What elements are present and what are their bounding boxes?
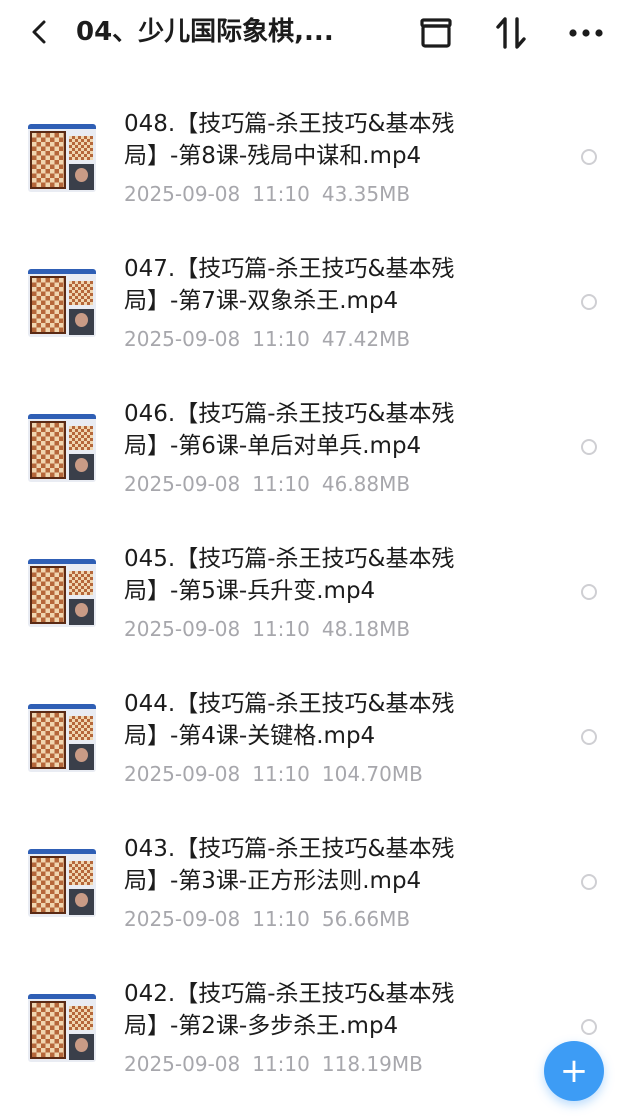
file-row[interactable]: 043.【技巧篇-杀王技巧&基本残局】-第3课-正方形法则.mp4 2025-09… (0, 811, 640, 956)
file-name: 045.【技巧篇-杀王技巧&基本残局】-第5课-兵升变.mp4 (124, 546, 455, 604)
archive-button[interactable] (416, 13, 456, 53)
webcam-image (69, 309, 94, 335)
webcam-image (69, 599, 94, 625)
webcam-image (69, 454, 94, 480)
file-size: 48.18MB (321, 617, 411, 641)
webcam-image (69, 744, 94, 770)
file-time: 11:10 (252, 907, 310, 931)
file-row[interactable]: 048.【技巧篇-杀王技巧&基本残局】-第8课-残局中谋和.mp4 2025-09… (0, 86, 640, 231)
file-size: 56.66MB (321, 907, 411, 931)
file-date: 2025-09-08 (124, 472, 241, 496)
file-name: 046.【技巧篇-杀王技巧&基本残局】-第6课-单后对单兵.mp4 (124, 401, 455, 459)
file-date: 2025-09-08 (124, 617, 241, 641)
file-row[interactable]: 044.【技巧篇-杀王技巧&基本残局】-第4课-关键格.mp4 2025-09-0… (0, 666, 640, 811)
webcam-image (69, 889, 94, 915)
chessboard-image (30, 566, 66, 624)
archive-box-icon (420, 18, 452, 48)
page-title: 04、少儿国际象棋,... (76, 17, 334, 47)
sort-button[interactable] (491, 13, 531, 53)
chessboard-image (30, 276, 66, 334)
thumbnail-header (28, 414, 96, 419)
file-name: 048.【技巧篇-杀王技巧&基本残局】-第8课-残局中谋和.mp4 (124, 111, 455, 169)
file-meta: 2025-09-08 11:10 43.35MB (124, 181, 422, 207)
file-meta: 2025-09-08 11:10 46.88MB (124, 471, 422, 497)
chessboard-image (30, 421, 66, 479)
thumbnail-header (28, 559, 96, 564)
file-row[interactable]: 046.【技巧篇-杀王技巧&基本残局】-第6课-单后对单兵.mp4 2025-09… (0, 376, 640, 521)
file-name: 044.【技巧篇-杀王技巧&基本残局】-第4课-关键格.mp4 (124, 691, 455, 749)
file-date: 2025-09-08 (124, 907, 241, 931)
file-size: 118.19MB (321, 1052, 423, 1076)
select-radio[interactable] (581, 149, 597, 165)
select-radio[interactable] (581, 729, 597, 745)
chessboard-image (30, 711, 66, 769)
video-thumbnail (28, 124, 96, 192)
chessboard-image (30, 131, 66, 189)
file-time: 11:10 (252, 327, 310, 351)
thumbnail-header (28, 124, 96, 129)
thumbnail-header (28, 994, 96, 999)
file-list: 048.【技巧篇-杀王技巧&基本残局】-第8课-残局中谋和.mp4 2025-09… (0, 86, 640, 1101)
webcam-image (69, 164, 94, 190)
file-size: 104.70MB (321, 762, 423, 786)
mini-board-image (69, 571, 93, 595)
thumbnail-header (28, 704, 96, 709)
mini-board-image (69, 861, 93, 885)
top-bar: 04、少儿国际象棋,... (0, 0, 640, 66)
thumbnail-header (28, 849, 96, 854)
file-time: 11:10 (252, 1052, 310, 1076)
file-size: 46.88MB (321, 472, 411, 496)
file-name: 043.【技巧篇-杀王技巧&基本残局】-第3课-正方形法则.mp4 (124, 836, 455, 894)
mini-board-image (69, 281, 93, 305)
file-name: 047.【技巧篇-杀王技巧&基本残局】-第7课-双象杀王.mp4 (124, 256, 455, 314)
mini-board-image (69, 1006, 93, 1030)
file-date: 2025-09-08 (124, 762, 241, 786)
file-row[interactable]: 047.【技巧篇-杀王技巧&基本残局】-第7课-双象杀王.mp4 2025-09-… (0, 231, 640, 376)
mini-board-image (69, 716, 93, 740)
file-row[interactable]: 045.【技巧篇-杀王技巧&基本残局】-第5课-兵升变.mp4 2025-09-0… (0, 521, 640, 666)
file-meta: 2025-09-08 11:10 47.42MB (124, 326, 422, 352)
add-button[interactable]: + (544, 1041, 604, 1101)
thumbnail-header (28, 269, 96, 274)
select-radio[interactable] (581, 584, 597, 600)
file-size: 43.35MB (321, 182, 411, 206)
video-thumbnail (28, 559, 96, 627)
file-time: 11:10 (252, 762, 310, 786)
chessboard-image (30, 1001, 66, 1059)
select-radio[interactable] (581, 439, 597, 455)
file-time: 11:10 (252, 472, 310, 496)
chessboard-image (30, 856, 66, 914)
select-radio[interactable] (581, 1019, 597, 1035)
file-name: 042.【技巧篇-杀王技巧&基本残局】-第2课-多步杀王.mp4 (124, 981, 455, 1039)
mini-board-image (69, 426, 93, 450)
file-row[interactable]: 042.【技巧篇-杀王技巧&基本残局】-第2课-多步杀王.mp4 2025-09-… (0, 956, 640, 1101)
video-thumbnail (28, 994, 96, 1062)
chevron-left-icon (32, 20, 46, 44)
video-thumbnail (28, 414, 96, 482)
plus-icon: + (559, 1051, 589, 1091)
file-meta: 2025-09-08 11:10 56.66MB (124, 906, 422, 932)
file-date: 2025-09-08 (124, 182, 241, 206)
file-date: 2025-09-08 (124, 327, 241, 351)
sort-arrows-icon (496, 17, 526, 49)
mini-board-image (69, 136, 93, 160)
file-meta: 2025-09-08 11:10 118.19MB (124, 1051, 435, 1077)
webcam-image (69, 1034, 94, 1060)
file-time: 11:10 (252, 617, 310, 641)
more-dots-icon (569, 29, 603, 37)
file-time: 11:10 (252, 182, 310, 206)
file-size: 47.42MB (321, 327, 411, 351)
select-radio[interactable] (581, 874, 597, 890)
more-button[interactable] (566, 13, 606, 53)
file-date: 2025-09-08 (124, 1052, 241, 1076)
file-meta: 2025-09-08 11:10 104.70MB (124, 761, 435, 787)
file-meta: 2025-09-08 11:10 48.18MB (124, 616, 422, 642)
video-thumbnail (28, 849, 96, 917)
back-button[interactable] (22, 14, 58, 50)
select-radio[interactable] (581, 294, 597, 310)
video-thumbnail (28, 269, 96, 337)
video-thumbnail (28, 704, 96, 772)
